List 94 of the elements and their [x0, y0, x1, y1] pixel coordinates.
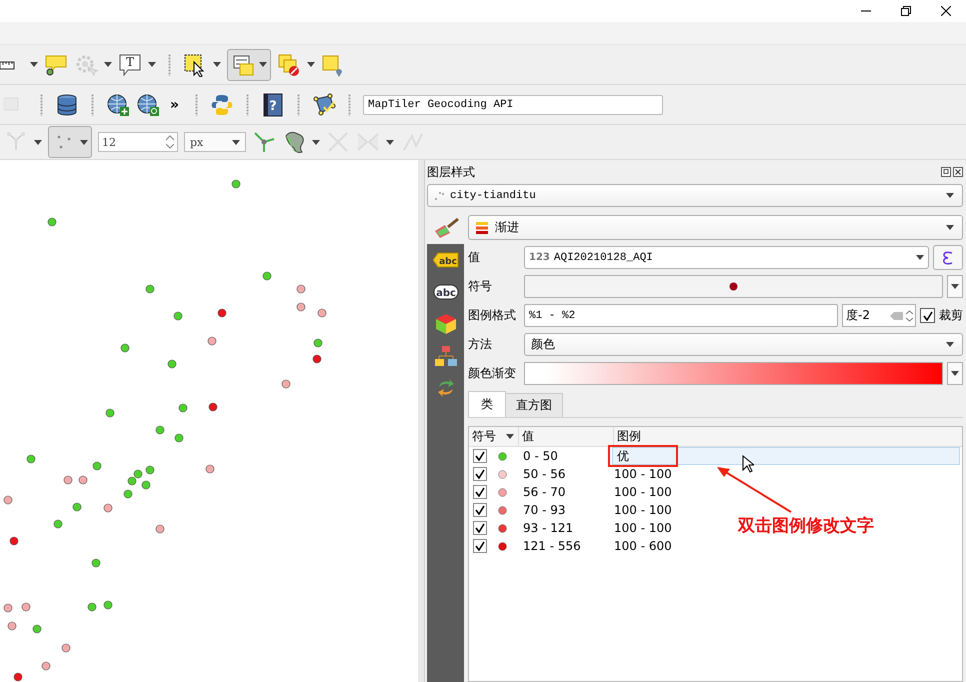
- diagram-icon: [434, 345, 456, 367]
- spin-arrows-icon[interactable]: [166, 135, 174, 149]
- value-cell-text: 93 - 121: [522, 521, 574, 535]
- epsilon-icon: [943, 250, 953, 264]
- caret-icon[interactable]: [80, 140, 88, 144]
- ramp-menu-button[interactable]: [947, 362, 963, 385]
- legend-cell-text: 100 - 100: [613, 503, 672, 517]
- expression-button[interactable]: [933, 245, 963, 270]
- legend-cell-text: 100 - 100: [613, 485, 672, 499]
- field-label: 图例格式: [468, 307, 517, 324]
- caret-icon[interactable]: [307, 62, 315, 67]
- caret-icon[interactable]: [951, 371, 959, 376]
- caret-icon[interactable]: [506, 434, 514, 439]
- highlight-frame: [608, 445, 678, 467]
- restore-icon[interactable]: [901, 6, 911, 16]
- globe-search-icon[interactable]: [136, 92, 160, 116]
- split-lines-icon[interactable]: [252, 130, 276, 154]
- tab[interactable]: 类: [468, 391, 506, 417]
- symbol-menu-button[interactable]: [947, 275, 963, 298]
- checkbox[interactable]: [473, 503, 487, 517]
- method-dropdown[interactable]: 颜色: [524, 333, 963, 356]
- checkbox[interactable]: [473, 467, 487, 481]
- caret-icon[interactable]: [259, 62, 267, 67]
- search-field[interactable]: MapTiler Geocoding API: [363, 94, 664, 114]
- caret-icon[interactable]: [232, 140, 240, 144]
- caret-icon[interactable]: [946, 193, 954, 198]
- field-label: 符号: [468, 278, 493, 295]
- legend-cell-text: 100 - 100: [613, 467, 672, 481]
- spin-arrows-icon[interactable]: [906, 308, 913, 322]
- checkbox[interactable]: [473, 539, 487, 553]
- caret-icon[interactable]: [148, 62, 156, 67]
- dot-symbol-icon: [729, 282, 738, 291]
- column-header[interactable]: 符号: [469, 427, 519, 446]
- select-square-icon[interactable]: [183, 52, 207, 76]
- value-cell-text: 0 - 50: [522, 449, 559, 463]
- panel-title: 图层样式: [427, 164, 475, 180]
- checkbox[interactable]: [473, 521, 487, 535]
- value-cell-text: 56 - 70: [522, 485, 566, 499]
- label-tag-icon: abc: [432, 252, 458, 268]
- close-icon[interactable]: [953, 167, 963, 177]
- caret-icon[interactable]: [213, 62, 221, 67]
- caret-icon[interactable]: [312, 140, 320, 144]
- value-cell-text: 50 - 56: [522, 467, 566, 481]
- text-bubble-icon: abc: [432, 284, 458, 300]
- points-icon: [434, 190, 444, 200]
- unit-dropdown[interactable]: px: [184, 132, 246, 152]
- legend-cell-text: 100 - 100: [613, 521, 672, 535]
- text-bubble-icon[interactable]: T: [118, 52, 142, 76]
- paintbrush-icon: [432, 217, 458, 239]
- layer-dropdown[interactable]: city-tianditu: [427, 184, 963, 207]
- squares-icon[interactable]: [277, 52, 301, 76]
- caret-icon[interactable]: [946, 225, 954, 230]
- help-book-icon[interactable]: ?: [261, 92, 286, 116]
- column-header[interactable]: 图例: [614, 427, 962, 446]
- form-icon[interactable]: [231, 52, 255, 76]
- cursor-icon: [742, 455, 754, 473]
- legend-format-field[interactable]: %1 - %2: [524, 304, 838, 327]
- checkbox[interactable]: [473, 449, 487, 463]
- renderer-dropdown[interactable]: 渐进: [468, 215, 963, 240]
- precision-spinbox[interactable]: 度-2: [842, 304, 916, 327]
- caret-icon[interactable]: [946, 342, 954, 347]
- checkbox[interactable]: [473, 485, 487, 499]
- value-cell-text: 121 - 556: [522, 539, 582, 553]
- toggle-button[interactable]: [48, 126, 92, 158]
- column-header[interactable]: 值: [519, 427, 614, 446]
- color-ramp-button[interactable]: [524, 362, 943, 385]
- float-icon[interactable]: [941, 167, 951, 177]
- field-label: 颜色渐变: [468, 365, 517, 382]
- side-tab[interactable]: abc: [427, 276, 464, 308]
- caret-icon[interactable]: [916, 255, 924, 260]
- tab[interactable]: 直方图: [505, 393, 563, 417]
- node-shape-icon[interactable]: [312, 92, 336, 116]
- python-icon[interactable]: [210, 92, 234, 116]
- caret-icon[interactable]: [30, 62, 38, 67]
- field-label: 方法: [468, 336, 493, 353]
- database-icon[interactable]: [55, 92, 79, 116]
- caret-icon[interactable]: [951, 284, 959, 289]
- overflow-button[interactable]: »: [166, 96, 184, 112]
- trim-label: 裁剪: [939, 307, 963, 324]
- square-pin-icon[interactable]: [321, 52, 345, 76]
- field-label: 值: [468, 249, 481, 266]
- speech-bubble-icon[interactable]: [44, 52, 68, 76]
- side-tab[interactable]: abc: [427, 244, 464, 276]
- value-field-dropdown[interactable]: 123 AQI20210128_AQI: [524, 246, 929, 269]
- value-cell-text: 70 - 93: [522, 503, 566, 517]
- toggle-button[interactable]: [227, 48, 271, 80]
- legend-cell-text: 100 - 600: [613, 539, 672, 553]
- cube-icon: [434, 313, 456, 335]
- checkbox[interactable]: [920, 308, 935, 323]
- annotation-text: 双击图例修改文字: [738, 515, 874, 537]
- size-spinbox[interactable]: 12: [98, 132, 178, 152]
- graduated-icon: [475, 220, 489, 234]
- globe-plus-icon[interactable]: [106, 92, 130, 116]
- close-icon[interactable]: [941, 6, 951, 16]
